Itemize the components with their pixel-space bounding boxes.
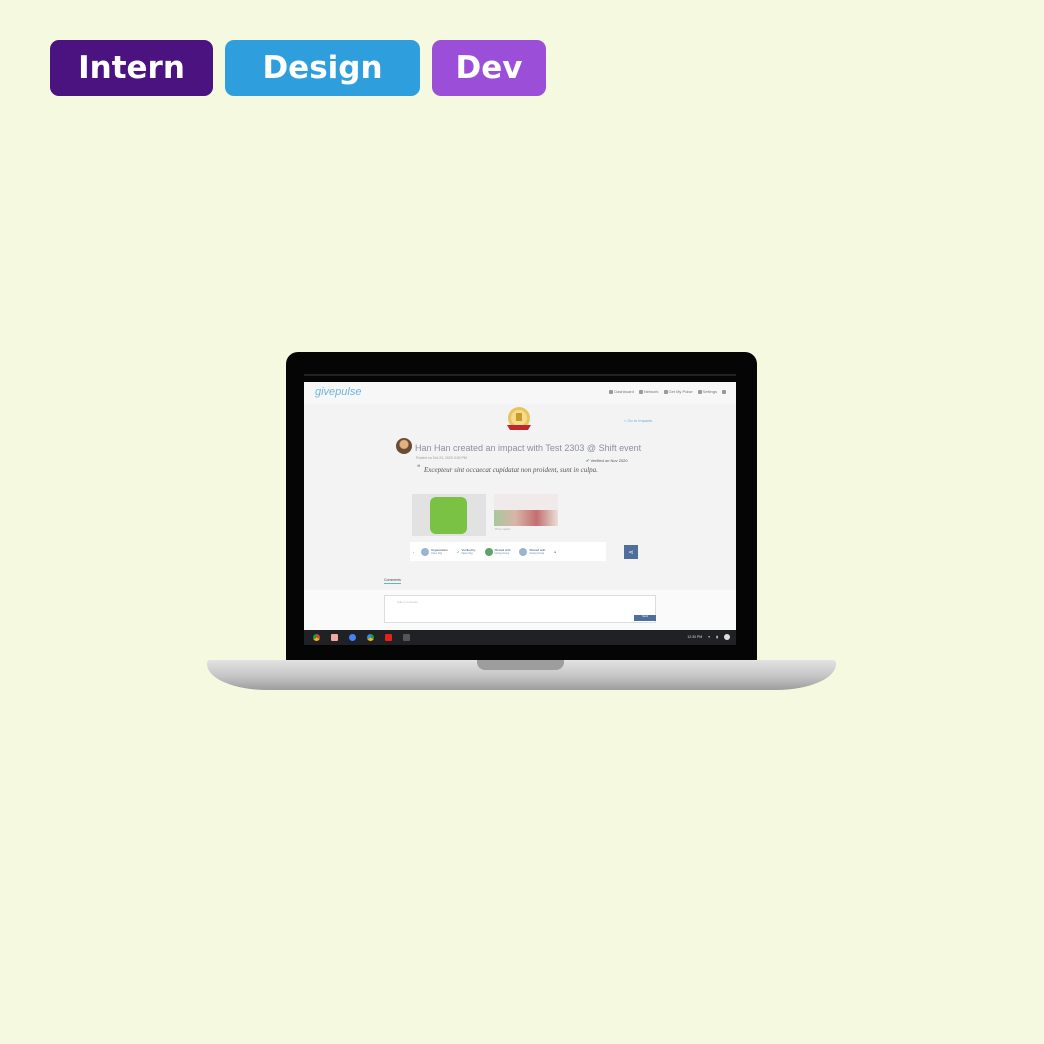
drive-icon[interactable] [367,634,374,641]
nav-get-my-pulse[interactable]: Get My Pulse [663,389,693,394]
stat-organization[interactable]: Organization Open Org [421,547,448,556]
photo-caption: Photo caption [495,528,511,531]
share-button[interactable]: ⋖ [624,545,638,559]
clock: 12:30 PM [687,635,703,639]
youtube-icon[interactable] [385,634,392,641]
impact-quote: Excepteur sint occaecat cupidatat non pr… [424,466,598,474]
nav-dashboard[interactable]: Dashboard [609,389,634,394]
shelf-apps [313,634,410,641]
home-icon [609,389,614,394]
stat-shared-2[interactable]: Shared with Giving Group [519,547,545,556]
avatar[interactable] [396,438,412,454]
check-icon: ✔ [457,549,460,554]
send-button[interactable]: Send [634,615,656,621]
share-icon: ⋖ [628,549,634,556]
nav-settings[interactable]: Settings [697,389,717,394]
laptop-notch [477,660,564,670]
os-shelf: 12:30 PM ▾ ▮ [304,630,736,645]
impact-headline: Han Han created an impact with Test 2303… [415,443,642,453]
account-icon [724,634,730,640]
site-logo[interactable]: givepulse [315,386,361,398]
posted-date: Posted on Oct 24, 2020 3:30 PM [416,456,467,460]
check-icon: ✔ [586,458,590,463]
tag-design: Design [225,40,420,96]
laptop-screen: givepulse Dashboard Network Get My Pulse… [304,382,736,645]
nav-mail[interactable] [722,389,726,394]
tab-comments[interactable]: Comments [384,578,401,584]
lime-logo [430,497,467,534]
badge-icon [507,407,531,430]
system-tray[interactable]: 12:30 PM ▾ ▮ [687,634,730,640]
browser-tab-bar [304,374,736,376]
group-icon [519,547,528,556]
nav-network[interactable]: Network [638,389,659,394]
tag-list: Intern Design Dev [50,40,546,96]
network-icon [638,389,643,394]
photo-lime[interactable] [412,494,486,536]
chrome-icon[interactable] [313,634,320,641]
apps-icon[interactable] [403,634,410,641]
pulse-icon [663,389,668,394]
verified-status: ✔ Verified on Nov 2020 [586,458,628,463]
mail-icon [722,389,726,394]
stat-shared-1[interactable]: Shared with Giving Group [484,547,510,556]
tag-dev: Dev [432,40,546,96]
gear-icon [697,389,702,394]
battery-icon: ▮ [716,635,718,639]
group-icon [484,547,493,556]
map-strip [494,510,558,526]
org-icon [421,547,429,556]
site-header: givepulse Dashboard Network Get My Pulse… [304,382,736,404]
tag-intern: Intern [50,40,213,96]
quote-icon: ❝ [417,465,421,471]
next-icon[interactable]: ● [554,550,556,554]
comment-input[interactable]: Add a comment [384,595,656,623]
photo-map[interactable] [494,494,558,526]
stat-verified[interactable]: ✔ Verified by Open Org [457,548,476,555]
prev-icon[interactable]: ‹ [413,550,414,554]
gmail-icon[interactable] [331,634,338,641]
impact-stats: ‹ Organization Open Org ✔ Verified by Open … [410,542,606,561]
wifi-icon: ▾ [708,635,711,639]
site-nav: Dashboard Network Get My Pulse Settings [609,389,726,394]
verified-label: Verified on Nov 2020 [590,458,628,463]
docs-icon[interactable] [349,634,356,641]
back-link[interactable]: < Go to impacts [624,418,652,423]
